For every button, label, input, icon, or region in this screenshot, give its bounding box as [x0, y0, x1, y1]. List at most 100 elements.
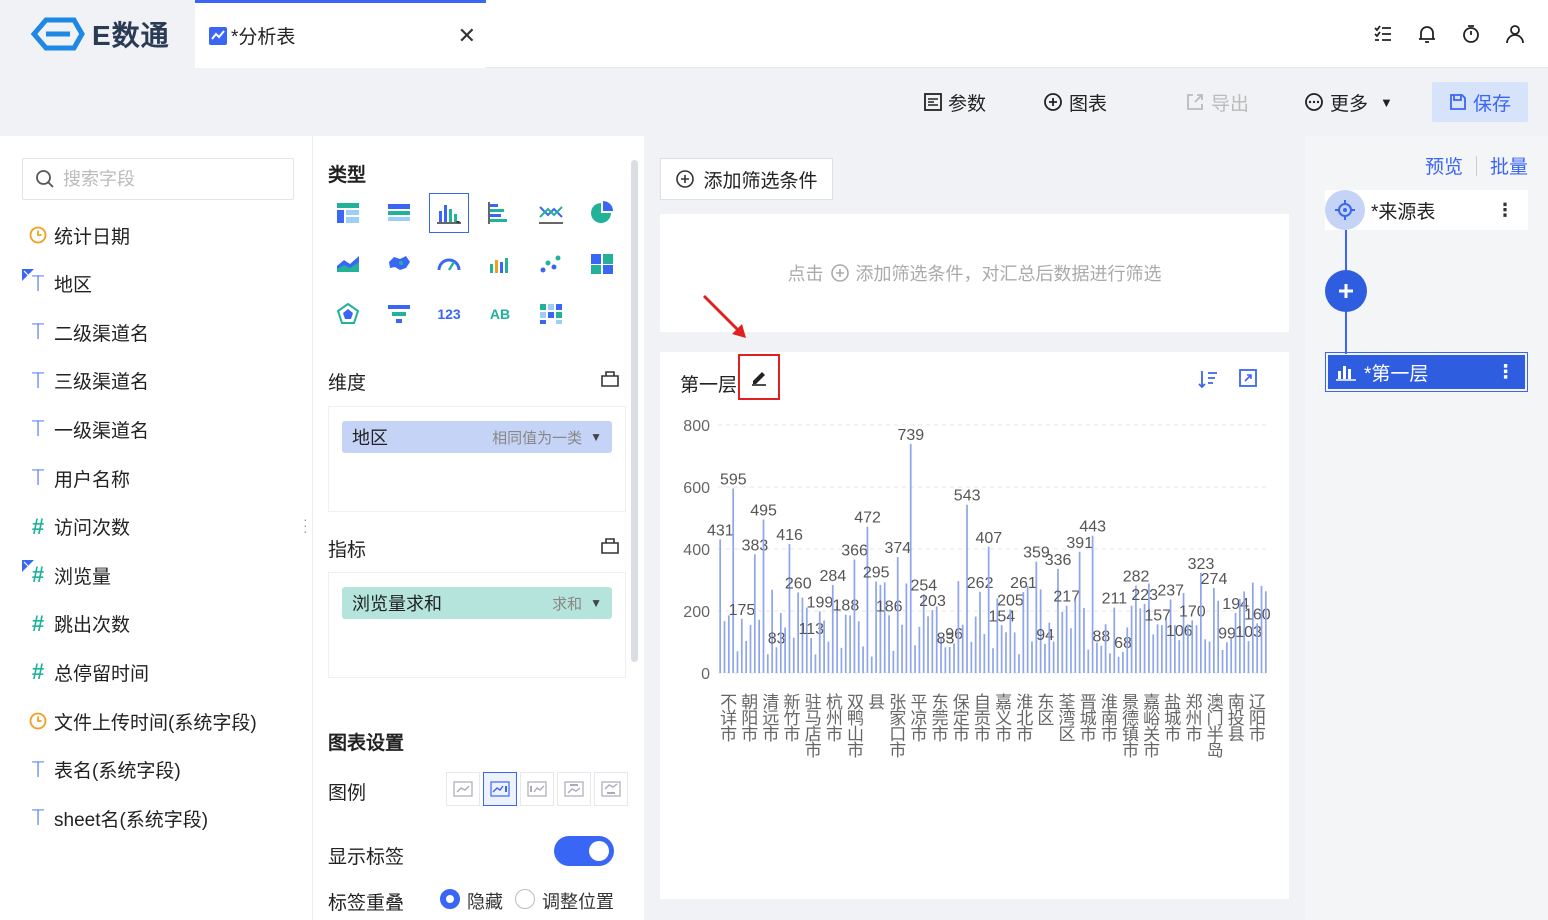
add-filter-button[interactable]: 添加筛选条件: [660, 158, 833, 200]
bar: [779, 613, 782, 673]
metric-drop-zone[interactable]: 浏览量求和 求和 ▼: [328, 572, 626, 678]
tab-analysis-table[interactable]: *分析表 ✕: [195, 0, 486, 68]
save-icon: [1450, 94, 1466, 110]
data-label: 223: [1131, 587, 1158, 604]
edit-pen-icon[interactable]: [749, 367, 769, 387]
bar: [853, 559, 856, 673]
add-step-button[interactable]: [1325, 270, 1367, 312]
data-label: 217: [1053, 589, 1080, 606]
data-label: 416: [776, 527, 803, 544]
chart-type-kpi[interactable]: 123: [429, 294, 469, 334]
chart-type-text[interactable]: AB: [480, 294, 520, 334]
field-item[interactable]: T 表名(系统字段): [22, 755, 181, 785]
param-button[interactable]: 参数: [924, 82, 986, 122]
field-label: 总停留时间: [54, 663, 150, 685]
bell-icon[interactable]: [1416, 23, 1438, 45]
chart-type-funnel[interactable]: [379, 294, 419, 334]
resize-handle[interactable]: · · ·: [303, 512, 308, 538]
chart-type-treemap[interactable]: [582, 244, 622, 284]
chart-type-heatmap[interactable]: [531, 294, 571, 334]
field-item[interactable]: T 一级渠道名: [22, 414, 149, 444]
chart-type-horizontal-bar[interactable]: [480, 193, 520, 233]
field-item[interactable]: # 总停留时间: [22, 657, 149, 687]
source-table-node[interactable]: *来源表 ⋮: [1325, 190, 1528, 230]
source-node-label: *来源表: [1371, 201, 1436, 223]
x-tick-label: 澳门半岛: [1207, 693, 1224, 761]
show-labels-toggle[interactable]: [554, 836, 614, 866]
field-label: 跳出次数: [54, 615, 131, 637]
data-label: 160: [1244, 606, 1271, 623]
layer-node[interactable]: *第一层 ⋮: [1325, 352, 1528, 392]
chart-type-line[interactable]: [531, 193, 571, 233]
plus-circle-icon: [676, 170, 695, 188]
metric-pill-label: 浏览量求和: [352, 594, 442, 614]
bar: [1048, 622, 1051, 673]
chart-type-detail-table[interactable]: [379, 193, 419, 233]
search-input[interactable]: [63, 168, 283, 190]
field-item[interactable]: T 三级渠道名: [22, 366, 149, 396]
chart-type-combo[interactable]: [480, 244, 520, 284]
fullscreen-icon[interactable]: [1238, 368, 1258, 393]
bar: [736, 651, 739, 673]
overlap-adjust-radio[interactable]: [515, 889, 535, 909]
bar: [1234, 612, 1237, 673]
bar: [1005, 632, 1007, 673]
chart-type-table[interactable]: [328, 193, 368, 233]
timer-icon[interactable]: [1460, 23, 1482, 45]
bar: [740, 618, 743, 673]
chart-type-bar[interactable]: [429, 193, 469, 233]
bar: [866, 526, 869, 673]
field-item[interactable]: T 用户名称: [22, 463, 130, 493]
chart-type-radar[interactable]: [328, 294, 368, 334]
search-field-box[interactable]: [22, 158, 294, 200]
field-item[interactable]: # 跳出次数: [22, 609, 130, 639]
field-item[interactable]: # 访问次数: [22, 512, 130, 542]
legend-bottom-option[interactable]: [594, 772, 628, 806]
legend-left-option[interactable]: [520, 772, 554, 806]
field-item[interactable]: Tsheet名(系统字段): [22, 803, 209, 833]
more-vertical-icon[interactable]: ⋮: [1496, 361, 1515, 384]
metric-pill[interactable]: 浏览量求和 求和 ▼: [342, 587, 612, 619]
field-item[interactable]: T 地区: [22, 268, 92, 299]
user-icon[interactable]: [1504, 23, 1526, 45]
bar: [970, 641, 973, 673]
caret-down-icon[interactable]: ▼: [590, 430, 602, 444]
chart-type-map[interactable]: [379, 244, 419, 284]
tab-label: *分析表: [231, 27, 296, 48]
bar: [888, 615, 890, 673]
field-item[interactable]: 文件上传时间(系统字段): [22, 706, 257, 736]
dimension-pill[interactable]: 地区 相同值为一类 ▼: [342, 421, 612, 453]
batch-link[interactable]: 批量: [1490, 152, 1528, 179]
dimension-settings-icon[interactable]: [600, 369, 620, 392]
bar: [901, 624, 903, 673]
dimension-drop-zone[interactable]: 地区 相同值为一类 ▼: [328, 406, 626, 512]
chart-type-area[interactable]: [328, 244, 368, 284]
overlap-hide-radio[interactable]: [440, 889, 460, 909]
field-item[interactable]: # 浏览量: [22, 560, 111, 590]
chart-type-scatter[interactable]: [531, 244, 571, 284]
list-check-icon[interactable]: [1372, 23, 1394, 45]
more-button[interactable]: 更多 ▼: [1304, 82, 1393, 122]
export-button[interactable]: 导出: [1185, 82, 1249, 122]
add-chart-button[interactable]: 图表: [1043, 82, 1107, 122]
metric-settings-icon[interactable]: [600, 536, 620, 559]
bar: [979, 591, 981, 673]
save-button[interactable]: 保存: [1432, 82, 1528, 122]
field-item[interactable]: T 二级渠道名: [22, 317, 149, 347]
data-label: 261: [1010, 575, 1037, 592]
caret-down-icon[interactable]: ▼: [590, 596, 602, 610]
more-vertical-icon[interactable]: ⋮: [1496, 200, 1514, 221]
legend-top-option[interactable]: [557, 772, 591, 806]
chart-type-pie[interactable]: [582, 193, 622, 233]
chart-type-gauge[interactable]: [429, 244, 469, 284]
close-icon[interactable]: ✕: [458, 23, 476, 49]
legend-right-option[interactable]: [483, 772, 517, 806]
legend-none-option[interactable]: [446, 772, 480, 806]
sort-icon[interactable]: [1198, 368, 1218, 395]
config-panel-scrollbar[interactable]: [631, 160, 638, 662]
bar-chart-icon: [1336, 366, 1356, 381]
preview-link[interactable]: 预览: [1425, 152, 1463, 179]
data-label: 739: [897, 427, 924, 444]
bar: [1187, 624, 1189, 673]
field-item[interactable]: 统计日期: [22, 220, 130, 250]
